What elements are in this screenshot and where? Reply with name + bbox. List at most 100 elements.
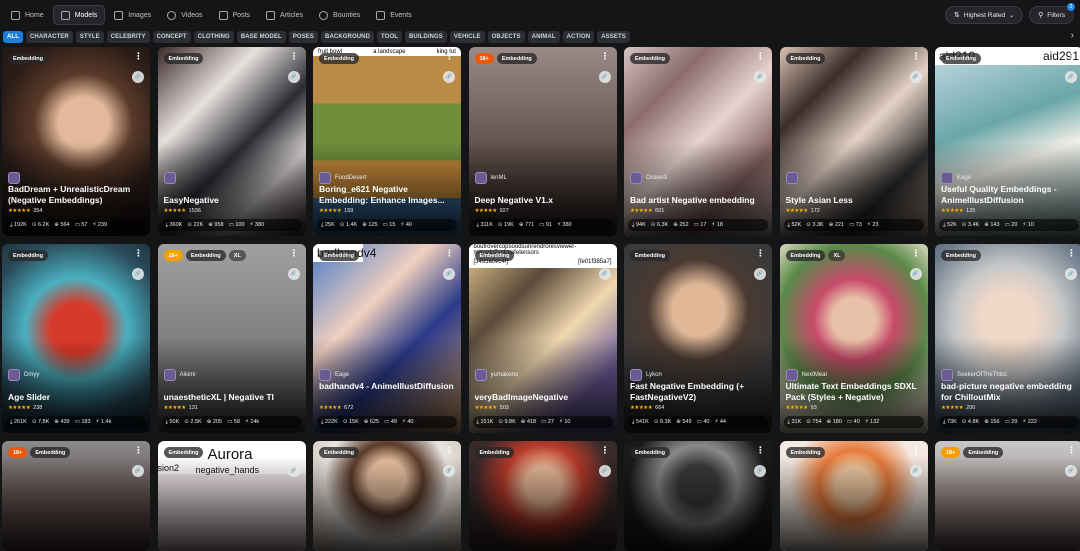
model-title[interactable]: BadDream + UnrealisticDream (Negative Em… [8, 184, 144, 206]
link-icon[interactable]: 🔗 [1065, 71, 1077, 83]
model-card[interactable]: 18+ Embedding ⋮ 🔗 [935, 441, 1080, 551]
nav-events[interactable]: Events [369, 5, 418, 25]
more-options-icon[interactable]: ⋮ [445, 249, 454, 258]
model-title[interactable]: Fast Negative Embedding (+ FastNegativeV… [630, 381, 766, 403]
model-card[interactable]: 18+ Embedding XL ⋮ 🔗 Aikimi unaestheticXL | Ne… [157, 244, 306, 433]
category-chip[interactable]: STYLE [75, 31, 104, 43]
model-card[interactable]: 18+ Embedding ⋮ 🔗 lenML Deep Negative V1.x ★★★… [468, 47, 617, 236]
category-chip[interactable]: POSES [288, 31, 319, 43]
more-options-icon[interactable]: ⋮ [290, 52, 299, 61]
model-title[interactable]: veryBadImageNegative [475, 392, 611, 403]
model-title[interactable]: Bad artist Negative embedding [630, 195, 766, 206]
link-icon[interactable]: 🔗 [287, 465, 300, 477]
category-chip[interactable]: ALL [3, 31, 23, 43]
more-options-icon[interactable]: ⋮ [912, 249, 921, 258]
link-icon[interactable]: 🔗 [287, 71, 300, 83]
nav-images[interactable]: Images [107, 5, 158, 25]
more-options-icon[interactable]: ⋮ [912, 446, 921, 455]
category-chip[interactable]: CLOTHING [193, 31, 234, 43]
model-title[interactable]: Age Slider [8, 392, 144, 403]
category-chip[interactable]: VEHICLE [449, 31, 485, 43]
link-icon[interactable]: 🔗 [909, 268, 922, 280]
category-chip[interactable]: CONCEPT [152, 31, 191, 43]
link-icon[interactable]: 🔗 [754, 71, 766, 83]
model-title[interactable]: Boring_e621 Negative Embedding: Enhance … [319, 184, 455, 206]
creator-row[interactable]: NextMeal [785, 369, 827, 381]
creator-row[interactable]: lenML [474, 172, 507, 184]
category-chip[interactable]: TOOL [377, 31, 402, 43]
link-icon[interactable]: 🔗 [754, 268, 766, 280]
more-options-icon[interactable]: ⋮ [912, 52, 921, 61]
creator-row[interactable]: Lykon [630, 369, 662, 381]
link-icon[interactable]: 🔗 [598, 465, 611, 477]
link-icon[interactable]: 🔗 [1065, 465, 1077, 477]
model-card[interactable]: aid210aid291Embedding⋮🔗EageUseful Qualit… [935, 47, 1080, 236]
link-icon[interactable]: 🔗 [132, 268, 144, 280]
category-chip[interactable]: OBJECTS [487, 31, 525, 43]
model-card[interactable]: Embedding ⋮ 🔗 Lykon Fast Negative Embedding … [624, 244, 772, 433]
nav-posts[interactable]: Posts [212, 5, 258, 25]
creator-row[interactable]: Eage [941, 172, 971, 184]
more-options-icon[interactable]: ⋮ [756, 446, 765, 455]
link-icon[interactable]: 🔗 [443, 268, 455, 280]
link-icon[interactable]: 🔗 [1065, 268, 1077, 280]
model-card[interactable]: Embedding XL ⋮ 🔗 NextMeal Ultimate Text Embed… [779, 244, 928, 433]
category-chip[interactable]: BACKGROUND [321, 31, 375, 43]
nav-models[interactable]: Models [52, 5, 106, 25]
category-chip[interactable]: CHARACTER [25, 31, 73, 43]
model-card[interactable]: Auroranegative_handssion2Embedding⋮🔗 [157, 441, 306, 551]
more-options-icon[interactable]: ⋮ [756, 249, 765, 258]
more-options-icon[interactable]: ⋮ [601, 52, 610, 61]
link-icon[interactable]: 🔗 [132, 465, 144, 477]
model-title[interactable]: bad-picture negative embedding for Chill… [941, 381, 1077, 403]
filters-button[interactable]: ⚲ Filters 2 [1029, 3, 1075, 24]
link-icon[interactable]: 🔗 [443, 71, 455, 83]
category-chip[interactable]: ANIMAL [527, 31, 560, 43]
nav-home[interactable]: Home [4, 5, 51, 25]
link-icon[interactable]: 🔗 [132, 71, 144, 83]
link-icon[interactable]: 🔗 [598, 71, 611, 83]
model-title[interactable]: badhandv4 - AnimeIllustDiffusion [319, 381, 455, 392]
model-card[interactable]: Embedding ⋮ 🔗 [624, 441, 772, 551]
model-card[interactable]: Embedding ⋮ 🔗 [313, 441, 461, 551]
link-icon[interactable]: 🔗 [754, 465, 766, 477]
category-chip[interactable]: ASSETS [597, 31, 630, 43]
nav-videos[interactable]: Videos [160, 5, 209, 25]
category-chip[interactable]: ACTION [562, 31, 595, 43]
model-title[interactable]: Useful Quality Embeddings - AnimeIllustD… [941, 184, 1077, 206]
model-card[interactable]: Embedding ⋮ 🔗 Dmyy Age Slider ★★★★★ 238 ⤓ 261K ⊙… [2, 244, 150, 433]
more-options-icon[interactable]: ⋮ [756, 52, 765, 61]
category-chip[interactable]: BUILDINGS [404, 31, 447, 43]
more-options-icon[interactable]: ⋮ [134, 446, 143, 455]
more-options-icon[interactable]: ⋮ [134, 249, 143, 258]
model-card[interactable]: fruit bowl a landscape king tut Embedding ⋮ 🔗… [313, 47, 461, 236]
link-icon[interactable]: 🔗 [909, 465, 922, 477]
model-card[interactable]: Embedding ⋮ 🔗 Ocean3 Bad artist Negative emb… [624, 47, 772, 236]
model-title[interactable]: Style Asian Less [786, 195, 922, 206]
more-options-icon[interactable]: ⋮ [445, 446, 454, 455]
model-card[interactable]: Embedding ⋮ 🔗 [779, 441, 928, 551]
nav-articles[interactable]: Articles [259, 5, 310, 25]
model-title[interactable]: Deep Negative V1.x [475, 195, 611, 206]
creator-row[interactable]: Ocean3 [630, 172, 667, 184]
creator-row[interactable]: yumakono [474, 369, 518, 381]
more-options-icon[interactable]: ⋮ [1067, 52, 1076, 61]
model-title[interactable]: unaestheticXL | Negative TI [164, 392, 300, 403]
model-card[interactable]: Embedding ⋮ 🔗 SeekerOfTheThicc bad-picture n… [935, 244, 1080, 433]
more-options-icon[interactable]: ⋮ [134, 52, 143, 61]
creator-row[interactable]: Eage [319, 369, 349, 381]
more-options-icon[interactable]: ⋮ [290, 249, 299, 258]
link-icon[interactable]: 🔗 [287, 268, 300, 280]
creator-row[interactable]: Dmyy [8, 369, 39, 381]
model-card[interactable]: Embedding ⋮ 🔗 Style Asian Less ★★★★★ 172 ⤓ 52K… [779, 47, 928, 236]
more-options-icon[interactable]: ⋮ [445, 52, 454, 61]
model-card[interactable]: Embedding ⋮ 🔗 BadDream + UnrealisticDream (… [2, 47, 150, 236]
creator-row[interactable]: SeekerOfTheThicc [941, 369, 1007, 381]
model-title[interactable]: EasyNegative [164, 195, 300, 206]
link-icon[interactable]: 🔗 [909, 71, 922, 83]
creator-row[interactable]: FoodDesert [319, 172, 366, 184]
more-options-icon[interactable]: ⋮ [601, 446, 610, 455]
more-options-icon[interactable]: ⋮ [601, 249, 610, 258]
nav-bounties[interactable]: Bounties [312, 5, 367, 25]
model-card[interactable]: 18+ Embedding ⋮ 🔗 [2, 441, 150, 551]
